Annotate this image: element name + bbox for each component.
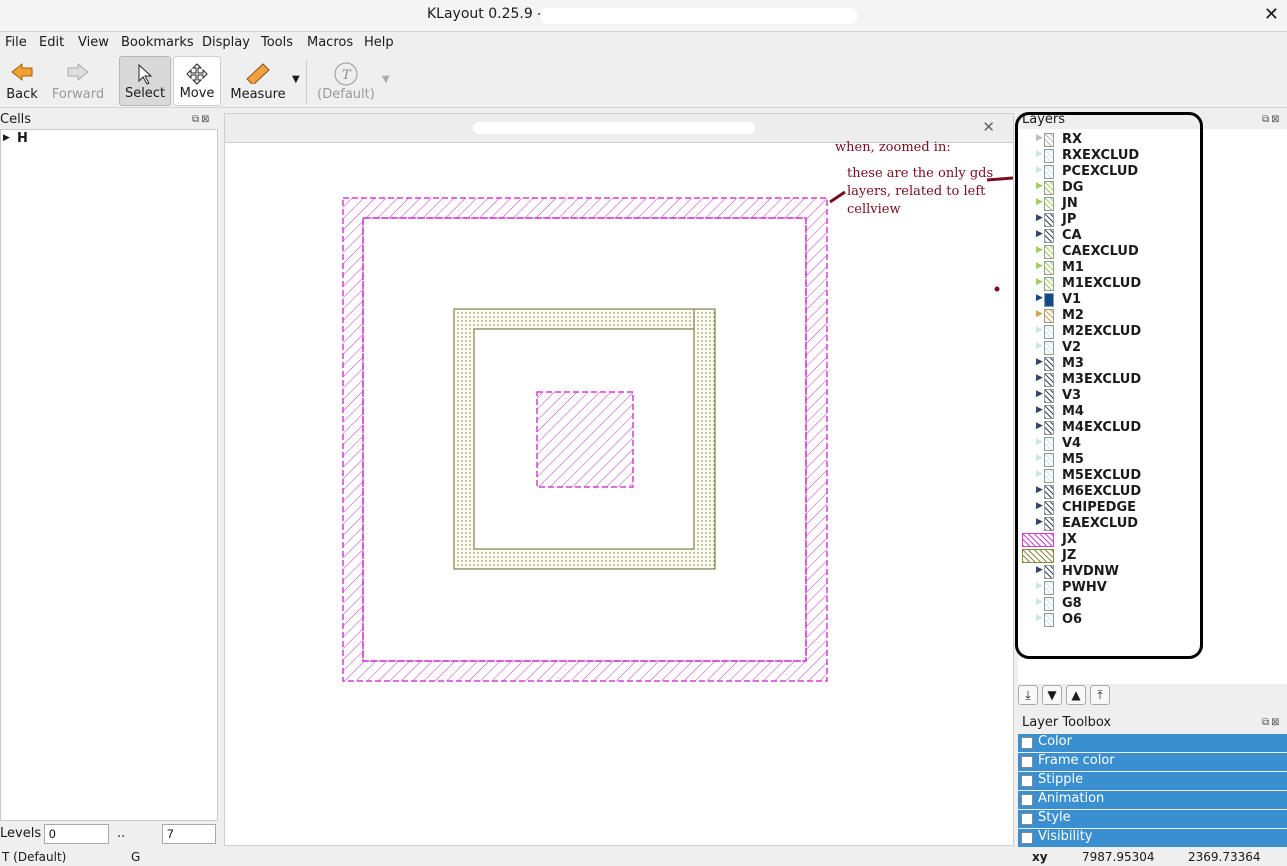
toolbox-animation[interactable]: Animation bbox=[1018, 791, 1287, 809]
layer-toolbox-title: Layer Toolbox bbox=[1022, 715, 1112, 730]
menu-edit[interactable]: Edit bbox=[39, 35, 64, 50]
move-tool-button[interactable]: Move bbox=[173, 56, 221, 106]
status-grid: G bbox=[131, 850, 141, 864]
menu-view[interactable]: View bbox=[78, 35, 109, 50]
menu-display[interactable]: Display bbox=[202, 35, 250, 50]
toolbox-frame-color[interactable]: Frame color bbox=[1018, 753, 1287, 771]
back-arrow-icon bbox=[11, 62, 33, 82]
levels-label: Levels bbox=[0, 826, 42, 841]
cells-panel-title: Cells bbox=[0, 112, 32, 127]
toolbox-style[interactable]: Style bbox=[1018, 810, 1287, 828]
measure-tool-button[interactable]: Measure bbox=[228, 56, 288, 106]
layout-tab-bar: ✕ bbox=[225, 114, 1013, 143]
toolbox-color-checkbox[interactable] bbox=[1021, 737, 1033, 749]
annotation-line3: layers, related to left bbox=[847, 184, 986, 199]
menu-file[interactable]: File bbox=[5, 35, 27, 50]
menu-tools[interactable]: Tools bbox=[261, 35, 293, 50]
annotation-line1: when, zoomed in: bbox=[835, 140, 951, 155]
redacted-tab-title bbox=[473, 122, 755, 134]
status-y-coord: 2369.73364 bbox=[1188, 850, 1261, 864]
layout-drawing[interactable] bbox=[225, 144, 1013, 846]
annotation-highlight-box bbox=[1015, 112, 1203, 659]
svg-text:T: T bbox=[342, 68, 352, 83]
measure-dropdown-icon[interactable]: ▼ bbox=[292, 74, 300, 85]
toolbar-separator bbox=[306, 60, 307, 104]
main-toolbar: Back Forward Select Move Measure ▼ T (De… bbox=[0, 54, 1287, 108]
window-close-button[interactable]: ✕ bbox=[1264, 4, 1279, 25]
cell-root-item[interactable]: H bbox=[17, 131, 28, 146]
window-title: KLayout 0.25.9 - bbox=[427, 6, 543, 22]
forward-arrow-icon bbox=[67, 62, 89, 82]
status-text-default: T (Default) bbox=[2, 850, 67, 864]
menu-bar: File Edit View Bookmarks Display Tools M… bbox=[0, 33, 1287, 53]
move-up-icon[interactable]: ▲ bbox=[1066, 685, 1086, 705]
levels-from-input[interactable] bbox=[44, 824, 109, 844]
levels-to-input[interactable] bbox=[162, 824, 216, 844]
status-xy-label: xy bbox=[1032, 850, 1048, 864]
annotation-line4: cellview bbox=[847, 202, 901, 217]
toolbox-animation-checkbox[interactable] bbox=[1021, 794, 1033, 806]
layers-panel-float-close-icons[interactable]: ⧉⊠ bbox=[1262, 114, 1282, 125]
annotation-pointer-left bbox=[829, 190, 846, 204]
select-tool-button[interactable]: Select bbox=[119, 56, 171, 106]
tab-close-button[interactable]: ✕ bbox=[982, 118, 995, 136]
move-to-top-icon[interactable]: ⤒ bbox=[1090, 685, 1110, 705]
cursor-icon bbox=[138, 63, 153, 85]
move-down-icon[interactable]: ▼ bbox=[1042, 685, 1062, 705]
status-x-coord: 7987.95304 bbox=[1082, 850, 1155, 864]
text-default-button[interactable]: T (Default) bbox=[316, 56, 376, 106]
annotation-line2: these are the only gds bbox=[847, 166, 994, 181]
toolbox-visibility-checkbox[interactable] bbox=[1021, 832, 1033, 844]
menu-help[interactable]: Help bbox=[364, 35, 394, 50]
cells-panel-float-close-icons[interactable]: ⧉⊠ bbox=[192, 114, 212, 125]
back-button[interactable]: Back bbox=[2, 56, 42, 106]
toolbox-stipple-checkbox[interactable] bbox=[1021, 775, 1033, 787]
text-dropdown-icon[interactable]: ▼ bbox=[382, 74, 390, 85]
forward-button[interactable]: Forward bbox=[50, 56, 106, 106]
layout-canvas-panel: ✕ bbox=[224, 113, 1014, 846]
levels-separator: .. bbox=[117, 826, 126, 841]
move-to-bottom-icon[interactable]: ⤓ bbox=[1018, 685, 1038, 705]
cells-panel: ▶ H bbox=[0, 129, 218, 821]
jx-center-square bbox=[536, 391, 634, 488]
title-bar: KLayout 0.25.9 - ✕ bbox=[0, 0, 1287, 32]
cell-expand-icon[interactable]: ▶ bbox=[3, 133, 10, 143]
toolbox-frame-color-checkbox[interactable] bbox=[1021, 756, 1033, 768]
toolbox-color[interactable]: Color bbox=[1018, 734, 1287, 752]
ruler-icon bbox=[246, 63, 270, 84]
menu-macros[interactable]: Macros bbox=[307, 35, 353, 50]
toolbox-visibility[interactable]: Visibility bbox=[1018, 829, 1287, 847]
redacted-title bbox=[540, 8, 858, 24]
status-bar: T (Default) G xy 7987.95304 2369.73364 bbox=[0, 848, 1287, 866]
toolbox-float-close-icons[interactable]: ⧉⊠ bbox=[1262, 717, 1282, 728]
text-t-icon: T bbox=[334, 62, 358, 86]
toolbox-stipple[interactable]: Stipple bbox=[1018, 772, 1287, 790]
menu-bookmarks[interactable]: Bookmarks bbox=[121, 35, 194, 50]
toolbox-style-checkbox[interactable] bbox=[1021, 813, 1033, 825]
layer-nav-buttons: ⤓ ▼ ▲ ⤒ bbox=[1018, 685, 1114, 707]
move-arrows-icon bbox=[186, 63, 208, 85]
annotation-dot bbox=[994, 286, 1000, 292]
